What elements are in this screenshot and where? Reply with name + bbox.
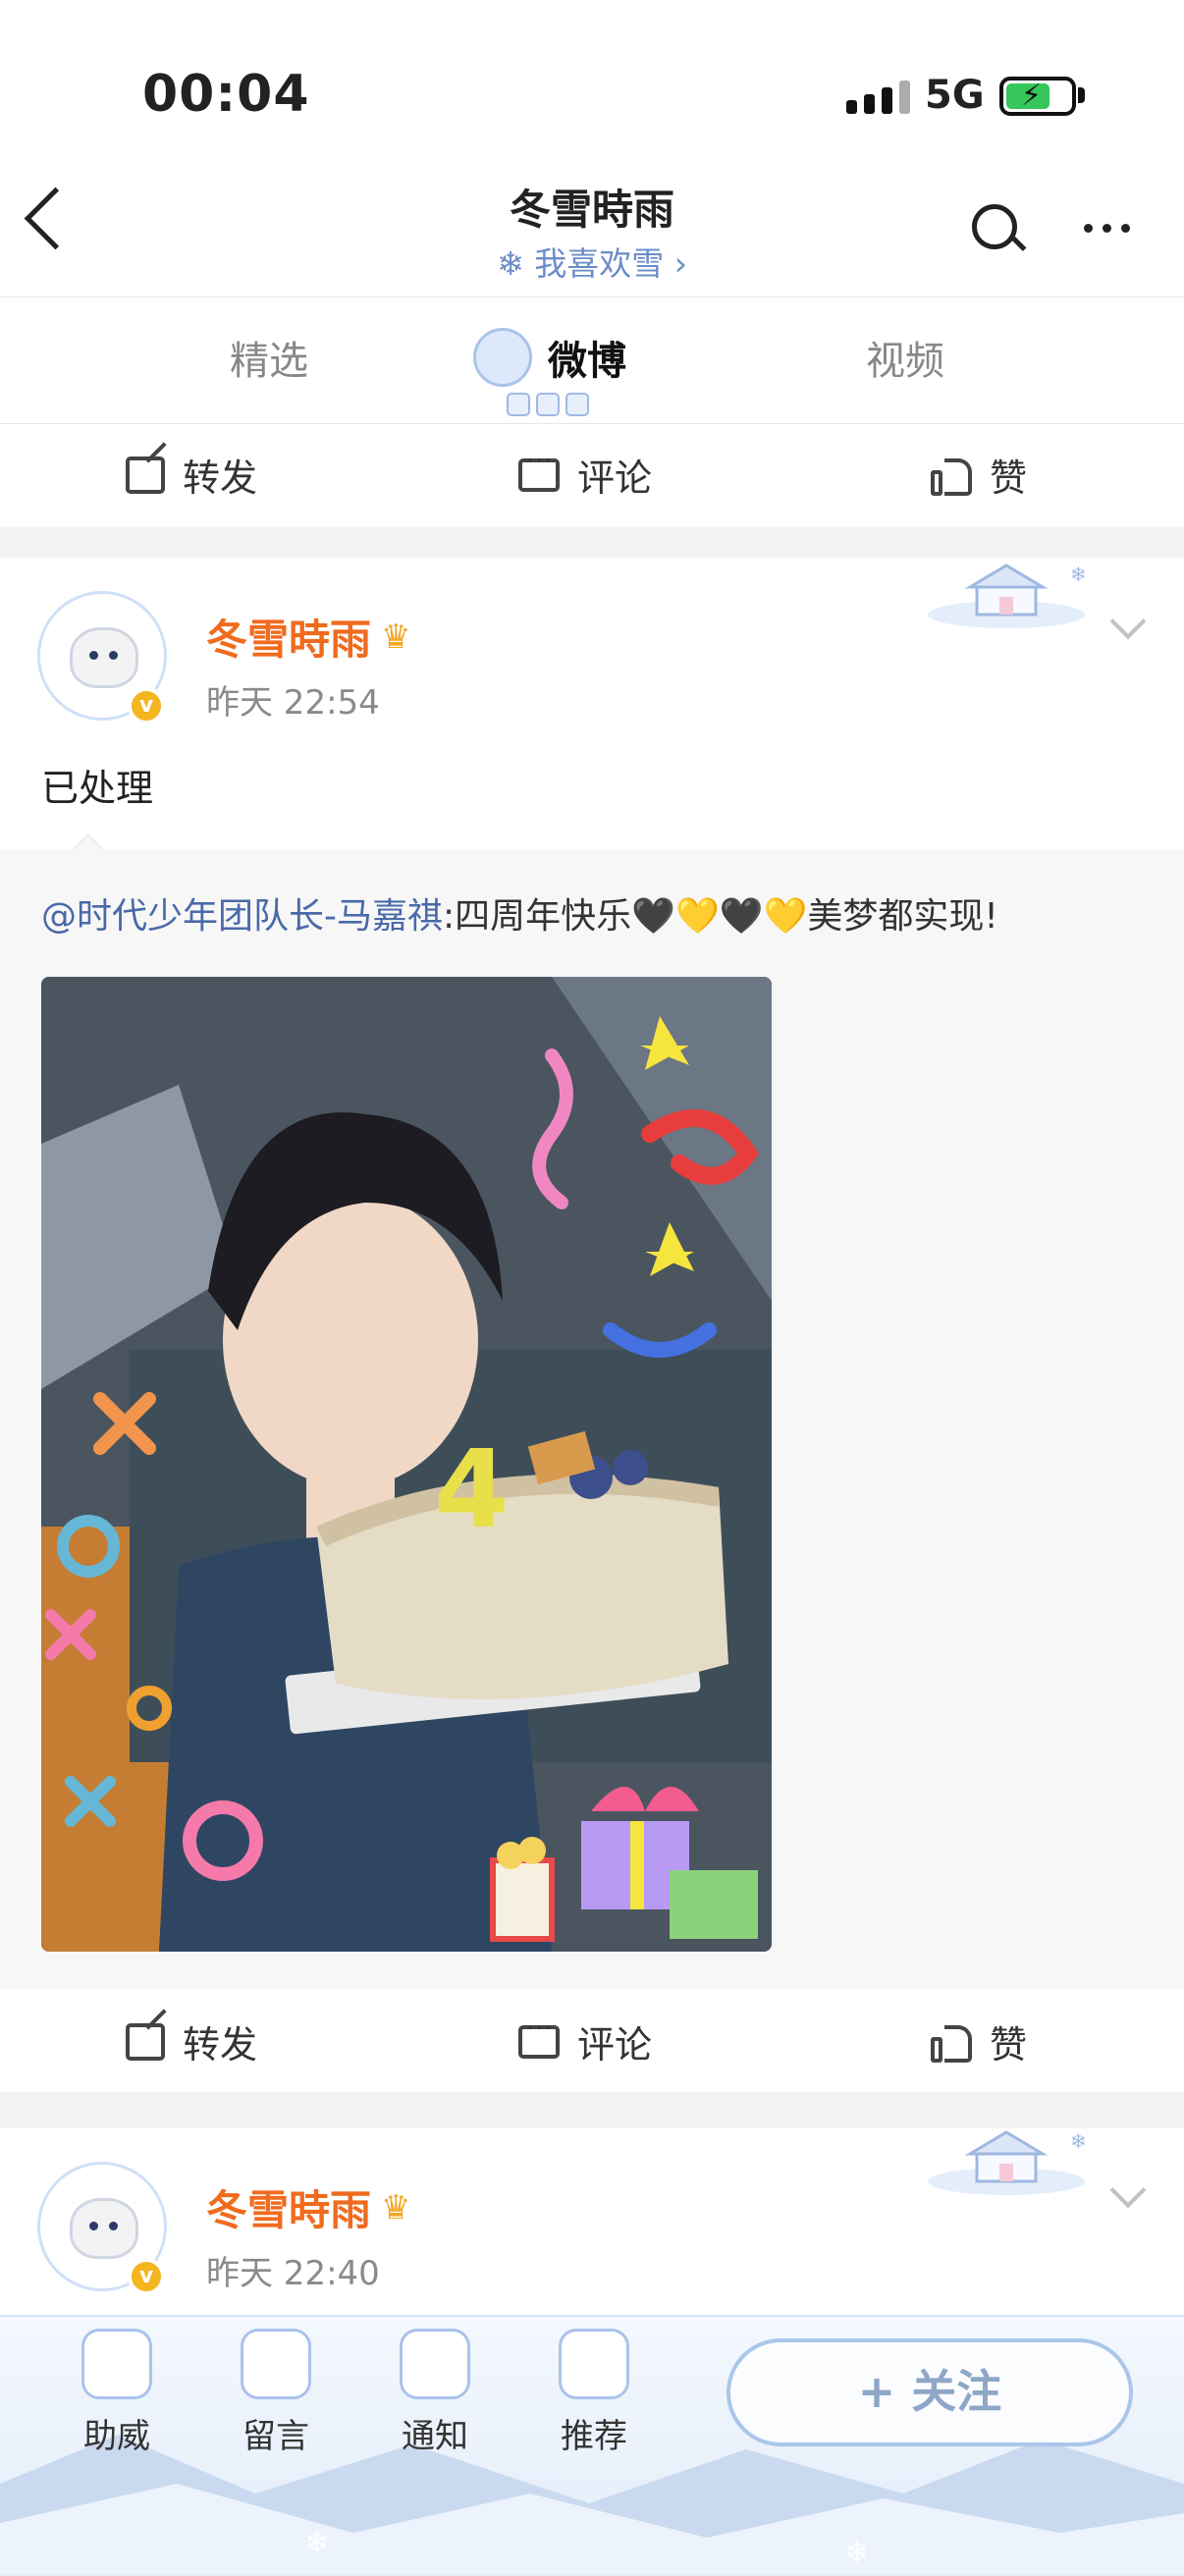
post-text: 已处理 (41, 767, 154, 810)
toolbar-message[interactable]: 留言 (222, 2329, 330, 2457)
svg-text:❄: ❄ (304, 2526, 329, 2560)
follow-button[interactable]: + 关注 (727, 2338, 1133, 2446)
comment-icon (518, 447, 560, 492)
snowflake-icon: ❄ (497, 244, 524, 283)
avatar-eye (109, 2222, 118, 2230)
cheer-icon (81, 2329, 152, 2399)
post-repost-button[interactable]: 转发 (126, 2014, 257, 2068)
star-badge-icon (473, 328, 532, 387)
verified-badge-icon: v (128, 2258, 165, 2295)
ice-cubes-icon (507, 393, 589, 416)
svg-text:❄: ❄ (844, 2536, 869, 2570)
avatar-eye (89, 651, 98, 660)
repost-label: 转发 (183, 456, 258, 500)
message-icon (241, 2329, 311, 2399)
post-like-button[interactable]: 赞 (931, 2014, 1027, 2068)
crown-icon: ♛ (381, 2187, 411, 2227)
chevron-right-icon: › (673, 244, 687, 283)
retweet-body: :四周年快乐🖤💛🖤💛美梦都实现! (443, 896, 998, 937)
svg-text:4: 4 (434, 1426, 510, 1552)
svg-text:❄: ❄ (1070, 2129, 1087, 2153)
comment-icon (518, 2013, 560, 2059)
snow-house-decoration: ❄ (928, 563, 1087, 628)
retweet-mention[interactable]: @时代少年团队长-马嘉祺 (41, 896, 443, 937)
svg-text:❄: ❄ (1070, 563, 1087, 586)
toolbar-label: 推荐 (561, 2417, 627, 2456)
toolbar-label: 留言 (242, 2417, 309, 2456)
like-label: 赞 (990, 456, 1028, 500)
post-time: 昨天 22:40 (206, 2254, 380, 2293)
toolbar-cheer[interactable]: 助威 (63, 2329, 171, 2457)
subtitle-label: 我喜欢雪 (534, 244, 665, 283)
avatar-face (70, 627, 138, 688)
repost-label: 转发 (183, 2023, 258, 2066)
recommend-icon (559, 2329, 629, 2399)
post-author[interactable]: 冬雪時雨 ♛ (206, 2177, 411, 2237)
toolbar-label: 通知 (402, 2417, 468, 2456)
repost-icon (126, 456, 165, 494)
avatar-eye (109, 651, 118, 660)
comment-label: 评论 (577, 2023, 653, 2066)
tab-video[interactable]: 视频 (866, 329, 944, 386)
like-button[interactable]: 赞 (931, 448, 1027, 502)
comment-label: 评论 (577, 456, 653, 500)
crown-icon: ♛ (381, 617, 411, 657)
post-photo[interactable]: 4 (41, 977, 772, 1952)
status-time: 00:04 (142, 65, 310, 124)
retweet-text: @时代少年团队长-马嘉祺:四周年快乐🖤💛🖤💛美梦都实现! (41, 887, 998, 939)
notice-icon (400, 2329, 470, 2399)
like-icon (931, 455, 972, 496)
battery-icon: ⚡ (999, 77, 1076, 116)
toolbar-recommend[interactable]: 推荐 (540, 2329, 648, 2457)
post-author[interactable]: 冬雪時雨 ♛ (206, 607, 411, 667)
search-icon[interactable] (972, 204, 1017, 249)
tab-featured[interactable]: 精选 (230, 329, 308, 386)
photo-illustration: 4 (41, 977, 772, 1952)
snow-house-decoration: ❄ (928, 2129, 1087, 2195)
battery-tip (1078, 87, 1085, 103)
avatar-face (70, 2198, 138, 2259)
more-icon[interactable] (1084, 224, 1130, 233)
like-icon (931, 2021, 972, 2063)
signal-icon (846, 80, 910, 114)
tab-weibo[interactable]: 微博 (548, 329, 626, 386)
toolbar-label: 助威 (83, 2417, 150, 2456)
avatar-eye (89, 2222, 98, 2230)
comment-button[interactable]: 评论 (518, 447, 653, 502)
repost-button[interactable]: 转发 (126, 448, 257, 502)
repost-icon (126, 2022, 165, 2061)
like-label: 赞 (990, 2023, 1028, 2066)
toolbar-notice[interactable]: 通知 (381, 2329, 489, 2457)
network-type: 5G (925, 73, 985, 118)
username: 冬雪時雨 (206, 616, 372, 664)
post-time: 昨天 22:54 (206, 683, 380, 723)
verified-badge-icon: v (128, 687, 165, 724)
post-comment-button[interactable]: 评论 (518, 2013, 653, 2068)
username: 冬雪時雨 (206, 2186, 372, 2234)
